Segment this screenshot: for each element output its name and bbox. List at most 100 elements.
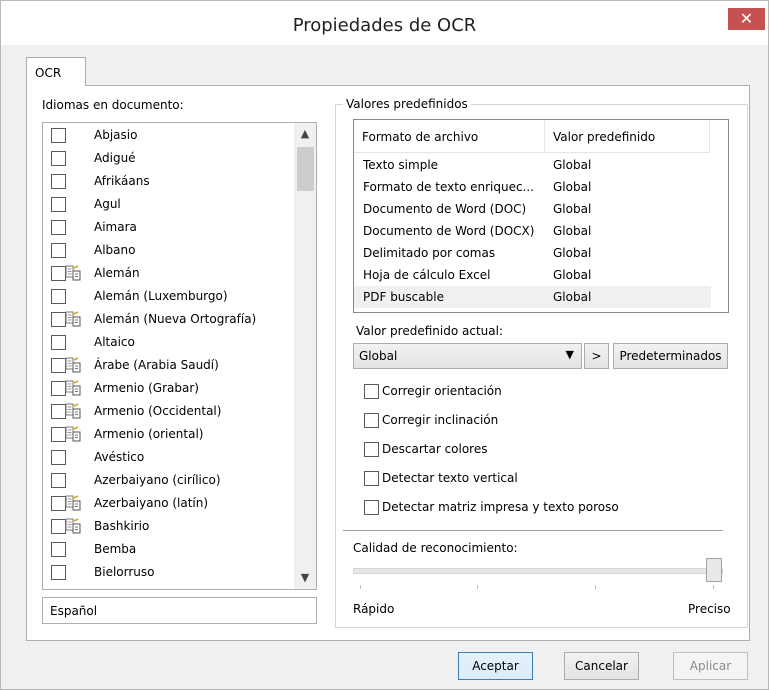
- tab-ocr[interactable]: OCR: [26, 57, 86, 86]
- language-item[interactable]: Bielorruso: [43, 562, 293, 585]
- presets-table[interactable]: Formato de archivo Valor predefinido Tex…: [353, 119, 729, 313]
- table-row[interactable]: Documento de Word (DOC) Global: [354, 198, 711, 220]
- language-item[interactable]: Aimara: [43, 217, 293, 240]
- language-checkbox[interactable]: [51, 266, 66, 281]
- language-item[interactable]: Alemán (Nueva Ortografía): [43, 309, 293, 332]
- language-checkbox[interactable]: [51, 358, 66, 373]
- language-name: Azerbaiyano (cirílico): [94, 473, 221, 487]
- chevron-down-icon: ▼: [565, 348, 574, 361]
- scroll-up-icon[interactable]: ▲: [294, 123, 316, 145]
- option-checkbox-row[interactable]: Descartar colores: [364, 440, 664, 458]
- language-item[interactable]: Armenio (oriental): [43, 424, 293, 447]
- dictionary-icon: [65, 426, 81, 442]
- language-item[interactable]: Armenio (Occidental): [43, 401, 293, 424]
- current-preset-label: Valor predefinido actual:: [356, 324, 503, 338]
- language-checkbox[interactable]: [51, 335, 66, 350]
- language-item[interactable]: Azerbaiyano (latín): [43, 493, 293, 516]
- language-name: Bashkirio: [94, 519, 150, 533]
- language-name: Agul: [94, 197, 121, 211]
- table-row[interactable]: Delimitado por comas Global: [354, 242, 711, 264]
- current-preset-value: Global: [359, 349, 398, 363]
- language-checkbox[interactable]: [51, 519, 66, 534]
- option-label: Corregir orientación: [382, 384, 502, 398]
- table-row[interactable]: Texto simple Global: [354, 154, 711, 176]
- table-row[interactable]: PDF buscable Global: [354, 286, 711, 308]
- language-item[interactable]: Alemán: [43, 263, 293, 286]
- language-item[interactable]: Árabe (Arabia Saudí): [43, 355, 293, 378]
- language-checkbox[interactable]: [51, 427, 66, 442]
- format-cell: Documento de Word (DOC): [363, 202, 527, 216]
- selected-languages-field[interactable]: Español: [42, 597, 317, 624]
- language-item[interactable]: Armenio (Grabar): [43, 378, 293, 401]
- table-row[interactable]: Documento de Word (DOCX) Global: [354, 220, 711, 242]
- language-checkbox[interactable]: [51, 496, 66, 511]
- dictionary-icon: [65, 403, 81, 419]
- apply-button[interactable]: Aplicar: [673, 652, 748, 680]
- dictionary-icon: [65, 518, 81, 534]
- language-item[interactable]: Alemán (Luxemburgo): [43, 286, 293, 309]
- language-name: Armenio (Occidental): [94, 404, 222, 418]
- option-checkbox[interactable]: [364, 413, 379, 428]
- column-header-value[interactable]: Valor predefinido: [545, 120, 710, 153]
- option-checkbox-row[interactable]: Corregir orientación: [364, 382, 664, 400]
- language-checkbox[interactable]: [51, 128, 66, 143]
- current-preset-dropdown[interactable]: Global ▼: [353, 343, 582, 369]
- format-cell: Documento de Word (DOCX): [363, 224, 535, 238]
- language-checkbox[interactable]: [51, 289, 66, 304]
- language-checkbox[interactable]: [51, 151, 66, 166]
- language-checkbox[interactable]: [51, 174, 66, 189]
- defaults-button[interactable]: Predeterminados: [613, 343, 728, 369]
- language-name: Bielorruso: [94, 565, 155, 579]
- language-checkbox[interactable]: [51, 312, 66, 327]
- option-checkbox[interactable]: [364, 500, 379, 515]
- language-checkbox[interactable]: [51, 220, 66, 235]
- accept-button[interactable]: Aceptar: [458, 652, 533, 680]
- quality-label: Calidad de reconocimiento:: [353, 541, 518, 555]
- language-checkbox[interactable]: [51, 565, 66, 580]
- option-checkbox-row[interactable]: Detectar matriz impresa y texto poroso: [364, 498, 664, 516]
- quality-slider-thumb[interactable]: [706, 558, 722, 582]
- language-item[interactable]: Altaico: [43, 332, 293, 355]
- close-button[interactable]: ✕: [728, 8, 765, 30]
- language-item[interactable]: Abjasio: [43, 125, 293, 148]
- language-item[interactable]: Adigué: [43, 148, 293, 171]
- option-checkbox-row[interactable]: Corregir inclinación: [364, 411, 664, 429]
- language-checkbox[interactable]: [51, 450, 66, 465]
- preset-value-cell: Global: [553, 158, 592, 172]
- language-item[interactable]: Albano: [43, 240, 293, 263]
- language-checkbox[interactable]: [51, 404, 66, 419]
- language-checkbox[interactable]: [51, 243, 66, 258]
- quality-slider-track[interactable]: [353, 568, 723, 574]
- languages-list[interactable]: ▲ ▼ Abjasio Adigué Afrikáans Agul Aimara Alba…: [42, 122, 317, 590]
- option-checkbox-row[interactable]: Detectar texto vertical: [364, 469, 664, 487]
- language-item[interactable]: Afrikáans: [43, 171, 293, 194]
- preset-value-cell: Global: [553, 224, 592, 238]
- option-label: Detectar texto vertical: [382, 471, 518, 485]
- dictionary-icon: [65, 380, 81, 396]
- dictionary-icon: [65, 265, 81, 281]
- language-item[interactable]: Agul: [43, 194, 293, 217]
- language-checkbox[interactable]: [51, 381, 66, 396]
- selected-languages-text: Español: [50, 604, 98, 618]
- scroll-thumb[interactable]: [297, 147, 314, 191]
- option-checkbox[interactable]: [364, 442, 379, 457]
- scroll-down-icon[interactable]: ▼: [294, 567, 316, 589]
- option-checkbox[interactable]: [364, 471, 379, 486]
- next-preset-button[interactable]: >: [584, 343, 609, 369]
- language-checkbox[interactable]: [51, 197, 66, 212]
- table-row[interactable]: Hoja de cálculo Excel Global: [354, 264, 711, 286]
- language-name: Adigué: [94, 151, 136, 165]
- table-row[interactable]: Formato de texto enriquec... Global: [354, 176, 711, 198]
- language-name: Armenio (Grabar): [94, 381, 199, 395]
- language-checkbox[interactable]: [51, 542, 66, 557]
- language-item[interactable]: Bashkirio: [43, 516, 293, 539]
- option-checkbox[interactable]: [364, 384, 379, 399]
- language-item[interactable]: Bemba: [43, 539, 293, 562]
- option-label: Corregir inclinación: [382, 413, 499, 427]
- language-item[interactable]: Azerbaiyano (cirílico): [43, 470, 293, 493]
- column-header-format[interactable]: Formato de archivo: [354, 120, 545, 153]
- cancel-button[interactable]: Cancelar: [564, 652, 639, 680]
- language-item[interactable]: Avéstico: [43, 447, 293, 470]
- languages-scrollbar[interactable]: ▲ ▼: [294, 123, 316, 589]
- language-checkbox[interactable]: [51, 473, 66, 488]
